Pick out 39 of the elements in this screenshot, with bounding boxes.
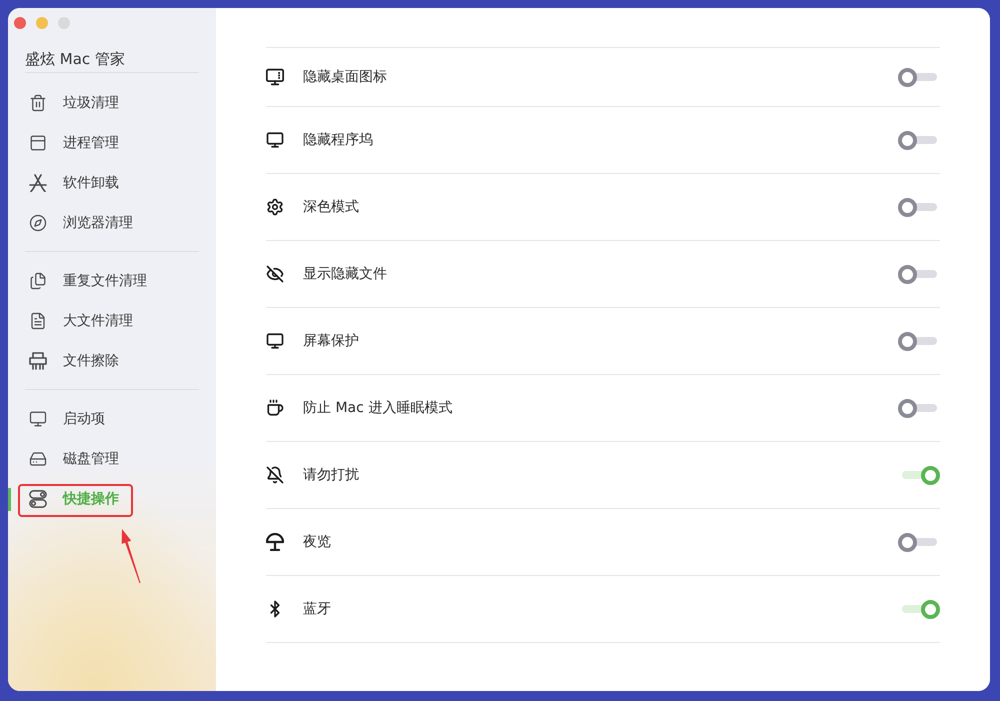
setting-label: 显示隐藏文件 <box>303 265 388 283</box>
cup-icon <box>266 399 284 417</box>
sidebar-item[interactable]: 重复文件清理 <box>8 261 216 301</box>
monitor-icon <box>266 68 284 86</box>
toggles-icon <box>29 490 47 508</box>
setting-label: 夜览 <box>303 533 332 551</box>
setting-label: 隐藏桌面图标 <box>303 68 388 86</box>
setting-label: 防止 Mac 进入睡眠模式 <box>303 399 454 417</box>
monitor-icon <box>266 131 284 149</box>
eye-off-icon <box>266 265 284 283</box>
files-icon <box>29 272 47 290</box>
annotation-arrow <box>121 528 141 584</box>
sidebar-item[interactable]: 大文件清理 <box>8 301 216 341</box>
lamp-icon <box>266 533 284 551</box>
sidebar-item[interactable]: 启动项 <box>8 399 216 439</box>
close-button[interactable] <box>14 17 26 29</box>
app-title: 盛炫 Mac 管家 <box>25 49 126 69</box>
sidebar-item[interactable]: 文件擦除 <box>8 341 216 381</box>
gear-icon <box>266 198 284 216</box>
setting-label: 请勿打扰 <box>303 466 360 484</box>
sidebar-item[interactable]: 软件卸载 <box>8 163 216 203</box>
bell-off-icon <box>266 466 284 484</box>
sidebar-item[interactable]: 磁盘管理 <box>8 439 216 479</box>
window-icon <box>29 134 47 152</box>
setting-label: 隐藏程序坞 <box>303 131 374 149</box>
letter-a-icon <box>29 174 47 192</box>
sidebar-item[interactable]: 进程管理 <box>8 123 216 163</box>
monitor-icon <box>29 410 47 428</box>
drive-icon <box>29 450 47 468</box>
setting-label: 深色模式 <box>303 198 360 216</box>
sidebar-item[interactable]: 垃圾清理 <box>8 83 216 123</box>
monitor-icon <box>266 332 284 350</box>
compass-icon <box>29 214 47 232</box>
trash-icon <box>29 94 47 112</box>
shredder-icon <box>29 352 47 370</box>
setting-label: 屏幕保护 <box>303 332 360 350</box>
sidebar-item[interactable]: 浏览器清理 <box>8 203 216 243</box>
setting-label: 蓝牙 <box>303 600 332 618</box>
document-icon <box>29 312 47 330</box>
